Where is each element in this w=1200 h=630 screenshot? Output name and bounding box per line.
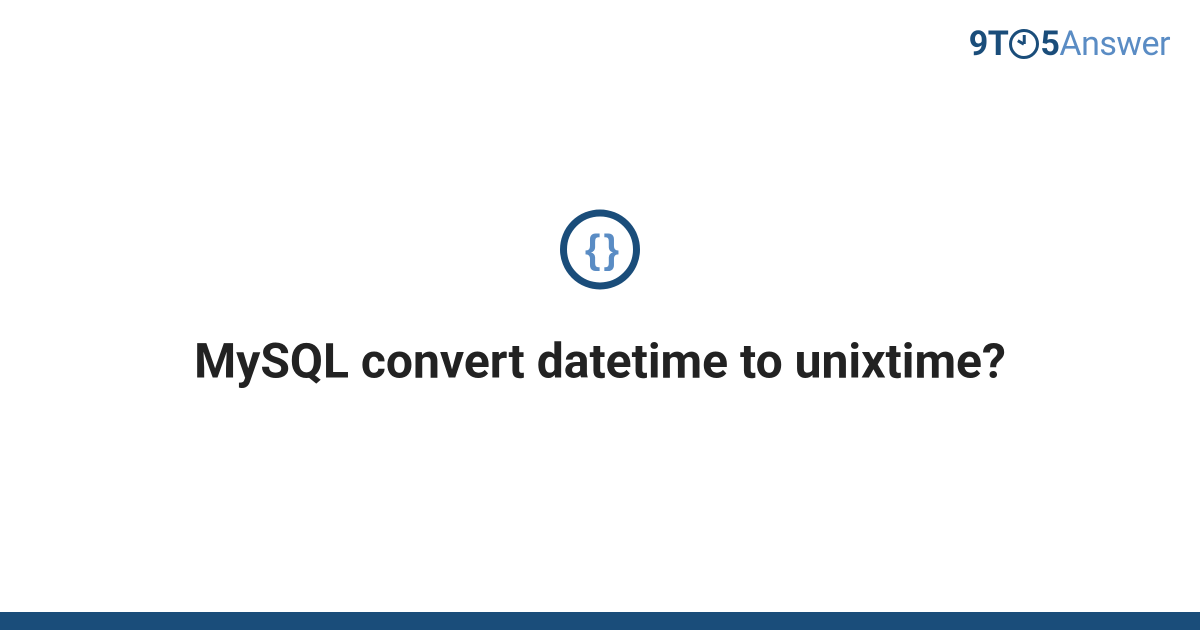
logo-text-5: 5 xyxy=(1040,24,1059,64)
content-center: { } MySQL convert datetime to unixtime? xyxy=(0,209,1200,391)
code-braces-glyph: { } xyxy=(585,229,615,269)
icon-container: { } xyxy=(0,209,1200,289)
clock-icon xyxy=(1009,29,1039,59)
footer-bar xyxy=(0,612,1200,630)
logo-text-9t: 9T xyxy=(969,24,1009,64)
site-logo: 9T 5 Answer xyxy=(969,24,1170,64)
code-braces-icon: { } xyxy=(560,209,640,289)
page-title: MySQL convert datetime to unixtime? xyxy=(0,331,1200,391)
logo-text-answer: Answer xyxy=(1059,24,1170,64)
